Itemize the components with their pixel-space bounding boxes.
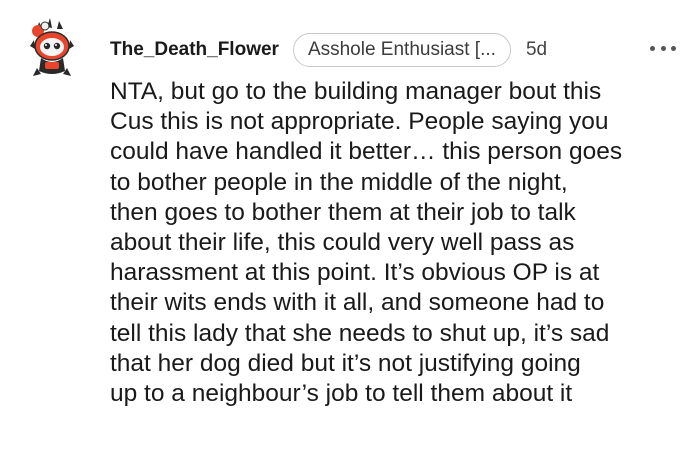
comment-body-line: Cus this is not appropriate. People sayi… [110, 108, 609, 136]
comment-body-line: tell this lady that she needs to shut up… [110, 319, 610, 347]
author-username[interactable]: The_Death_Flower [110, 39, 279, 61]
dot [671, 45, 676, 51]
dot [650, 45, 655, 51]
more-options-icon[interactable] [650, 44, 676, 52]
comment-body-line: that her dog died but it’s not justifyin… [110, 349, 581, 377]
user-flair-badge: Asshole Enthusiast [... [292, 33, 511, 67]
comment-body-line: could have handled it better… this perso… [110, 138, 623, 166]
comment-body-line: then goes to bother them at their job to… [110, 198, 576, 226]
comment-timestamp: 5d [525, 39, 548, 60]
comment-body-line: NTA, but go to the building manager bout… [110, 78, 602, 105]
comment: The_Death_Flower Asshole Enthusiast [...… [0, 0, 700, 454]
avatar[interactable] [25, 16, 79, 78]
comment-body-line: harassment at this point. It’s obvious O… [110, 259, 600, 287]
comment-body-line: about their life, this could very well p… [110, 229, 575, 257]
comment-header: The_Death_Flower Asshole Enthusiast [...… [110, 30, 547, 70]
comment-body: NTA, but go to the building manager bout… [110, 77, 690, 409]
comment-body-line: their wits ends with it all, and someone… [110, 289, 605, 317]
comment-body-line: up to a neighbour’s job to tell them abo… [110, 380, 573, 408]
snoo-avatar-icon [30, 18, 74, 76]
dot [660, 45, 666, 51]
comment-body-line: to bother people in the middle of the ni… [110, 168, 568, 196]
